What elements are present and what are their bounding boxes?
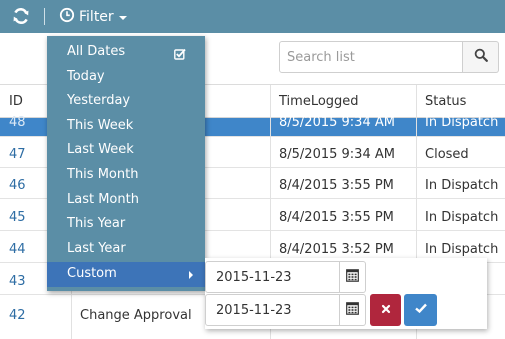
date-from-input[interactable]	[205, 261, 340, 293]
menu-item-label: Last Month	[67, 191, 139, 207]
refresh-icon[interactable]	[11, 6, 31, 26]
filter-button[interactable]: Filter	[59, 6, 127, 27]
menu-item-label: All Dates	[67, 44, 126, 59]
menu-item-last-year[interactable]: Last Year	[47, 237, 205, 262]
menu-item-custom[interactable]: Custom	[47, 262, 205, 287]
menu-item-last-month[interactable]: Last Month	[47, 188, 205, 213]
menu-item-this-month[interactable]: This Month	[47, 163, 205, 188]
toolbar: Filter	[0, 0, 505, 33]
menu-item-label: Last Year	[67, 240, 126, 256]
search-icon	[474, 48, 488, 66]
row-status: In Dispatch	[425, 178, 499, 193]
calendar-icon	[346, 268, 359, 286]
calendar-button[interactable]	[340, 294, 366, 326]
row-subject: Change Approval	[80, 308, 192, 323]
menu-item-yesterday[interactable]: Yesterday	[47, 89, 205, 114]
toolbar-divider	[44, 8, 45, 25]
chevron-down-icon	[118, 15, 127, 20]
cancel-button[interactable]	[370, 294, 401, 326]
search-button[interactable]	[463, 41, 499, 73]
menu-item-last-week[interactable]: Last Week	[47, 138, 205, 163]
date-to-input[interactable]	[205, 294, 340, 326]
row-time: 8/4/2015 3:55 PM	[279, 210, 394, 225]
row-id[interactable]: 46	[9, 174, 26, 199]
menu-item-label: This Week	[67, 117, 134, 133]
chevron-right-icon	[189, 271, 193, 280]
row-status: In Dispatch	[425, 210, 499, 225]
row-time: 8/5/2015 9:34 AM	[279, 115, 395, 130]
menu-item-label: Custom	[67, 266, 117, 282]
menu-item-this-week[interactable]: This Week	[47, 114, 205, 139]
menu-item-label: Today	[67, 68, 105, 84]
row-id[interactable]: 45	[9, 206, 26, 231]
row-status: Closed	[425, 147, 469, 162]
check-icon	[414, 302, 428, 318]
menu-item-label: This Month	[67, 166, 139, 182]
row-time: 8/4/2015 3:55 PM	[279, 178, 394, 193]
search-box	[279, 41, 499, 73]
menu-item-label: Yesterday	[67, 93, 131, 109]
row-id[interactable]: 44	[9, 238, 26, 263]
row-time: 8/5/2015 9:34 AM	[279, 147, 395, 162]
search-input[interactable]	[279, 41, 463, 73]
menu-item-label: Last Week	[67, 142, 134, 158]
row-id[interactable]: 43	[9, 270, 26, 295]
calendar-icon	[346, 301, 359, 319]
calendar-button[interactable]	[340, 261, 366, 293]
menu-item-this-year[interactable]: This Year	[47, 212, 205, 237]
row-id[interactable]: 42	[9, 301, 26, 331]
menu-item-label: This Year	[67, 216, 126, 232]
menu-item-all-dates[interactable]: All Dates	[47, 40, 205, 65]
date-from-group	[205, 261, 366, 293]
custom-date-panel	[205, 258, 487, 329]
row-id[interactable]: 48	[9, 111, 26, 136]
date-to-group	[205, 294, 366, 326]
apply-button[interactable]	[404, 294, 437, 326]
clock-icon	[59, 7, 79, 27]
row-status: In Dispatch	[425, 115, 499, 130]
row-id[interactable]: 47	[9, 143, 26, 168]
menu-item-today[interactable]: Today	[47, 65, 205, 90]
filter-label: Filter	[79, 8, 114, 25]
close-icon	[381, 303, 391, 318]
filter-menu: All Dates Today Yesterday This Week Last…	[47, 36, 205, 291]
